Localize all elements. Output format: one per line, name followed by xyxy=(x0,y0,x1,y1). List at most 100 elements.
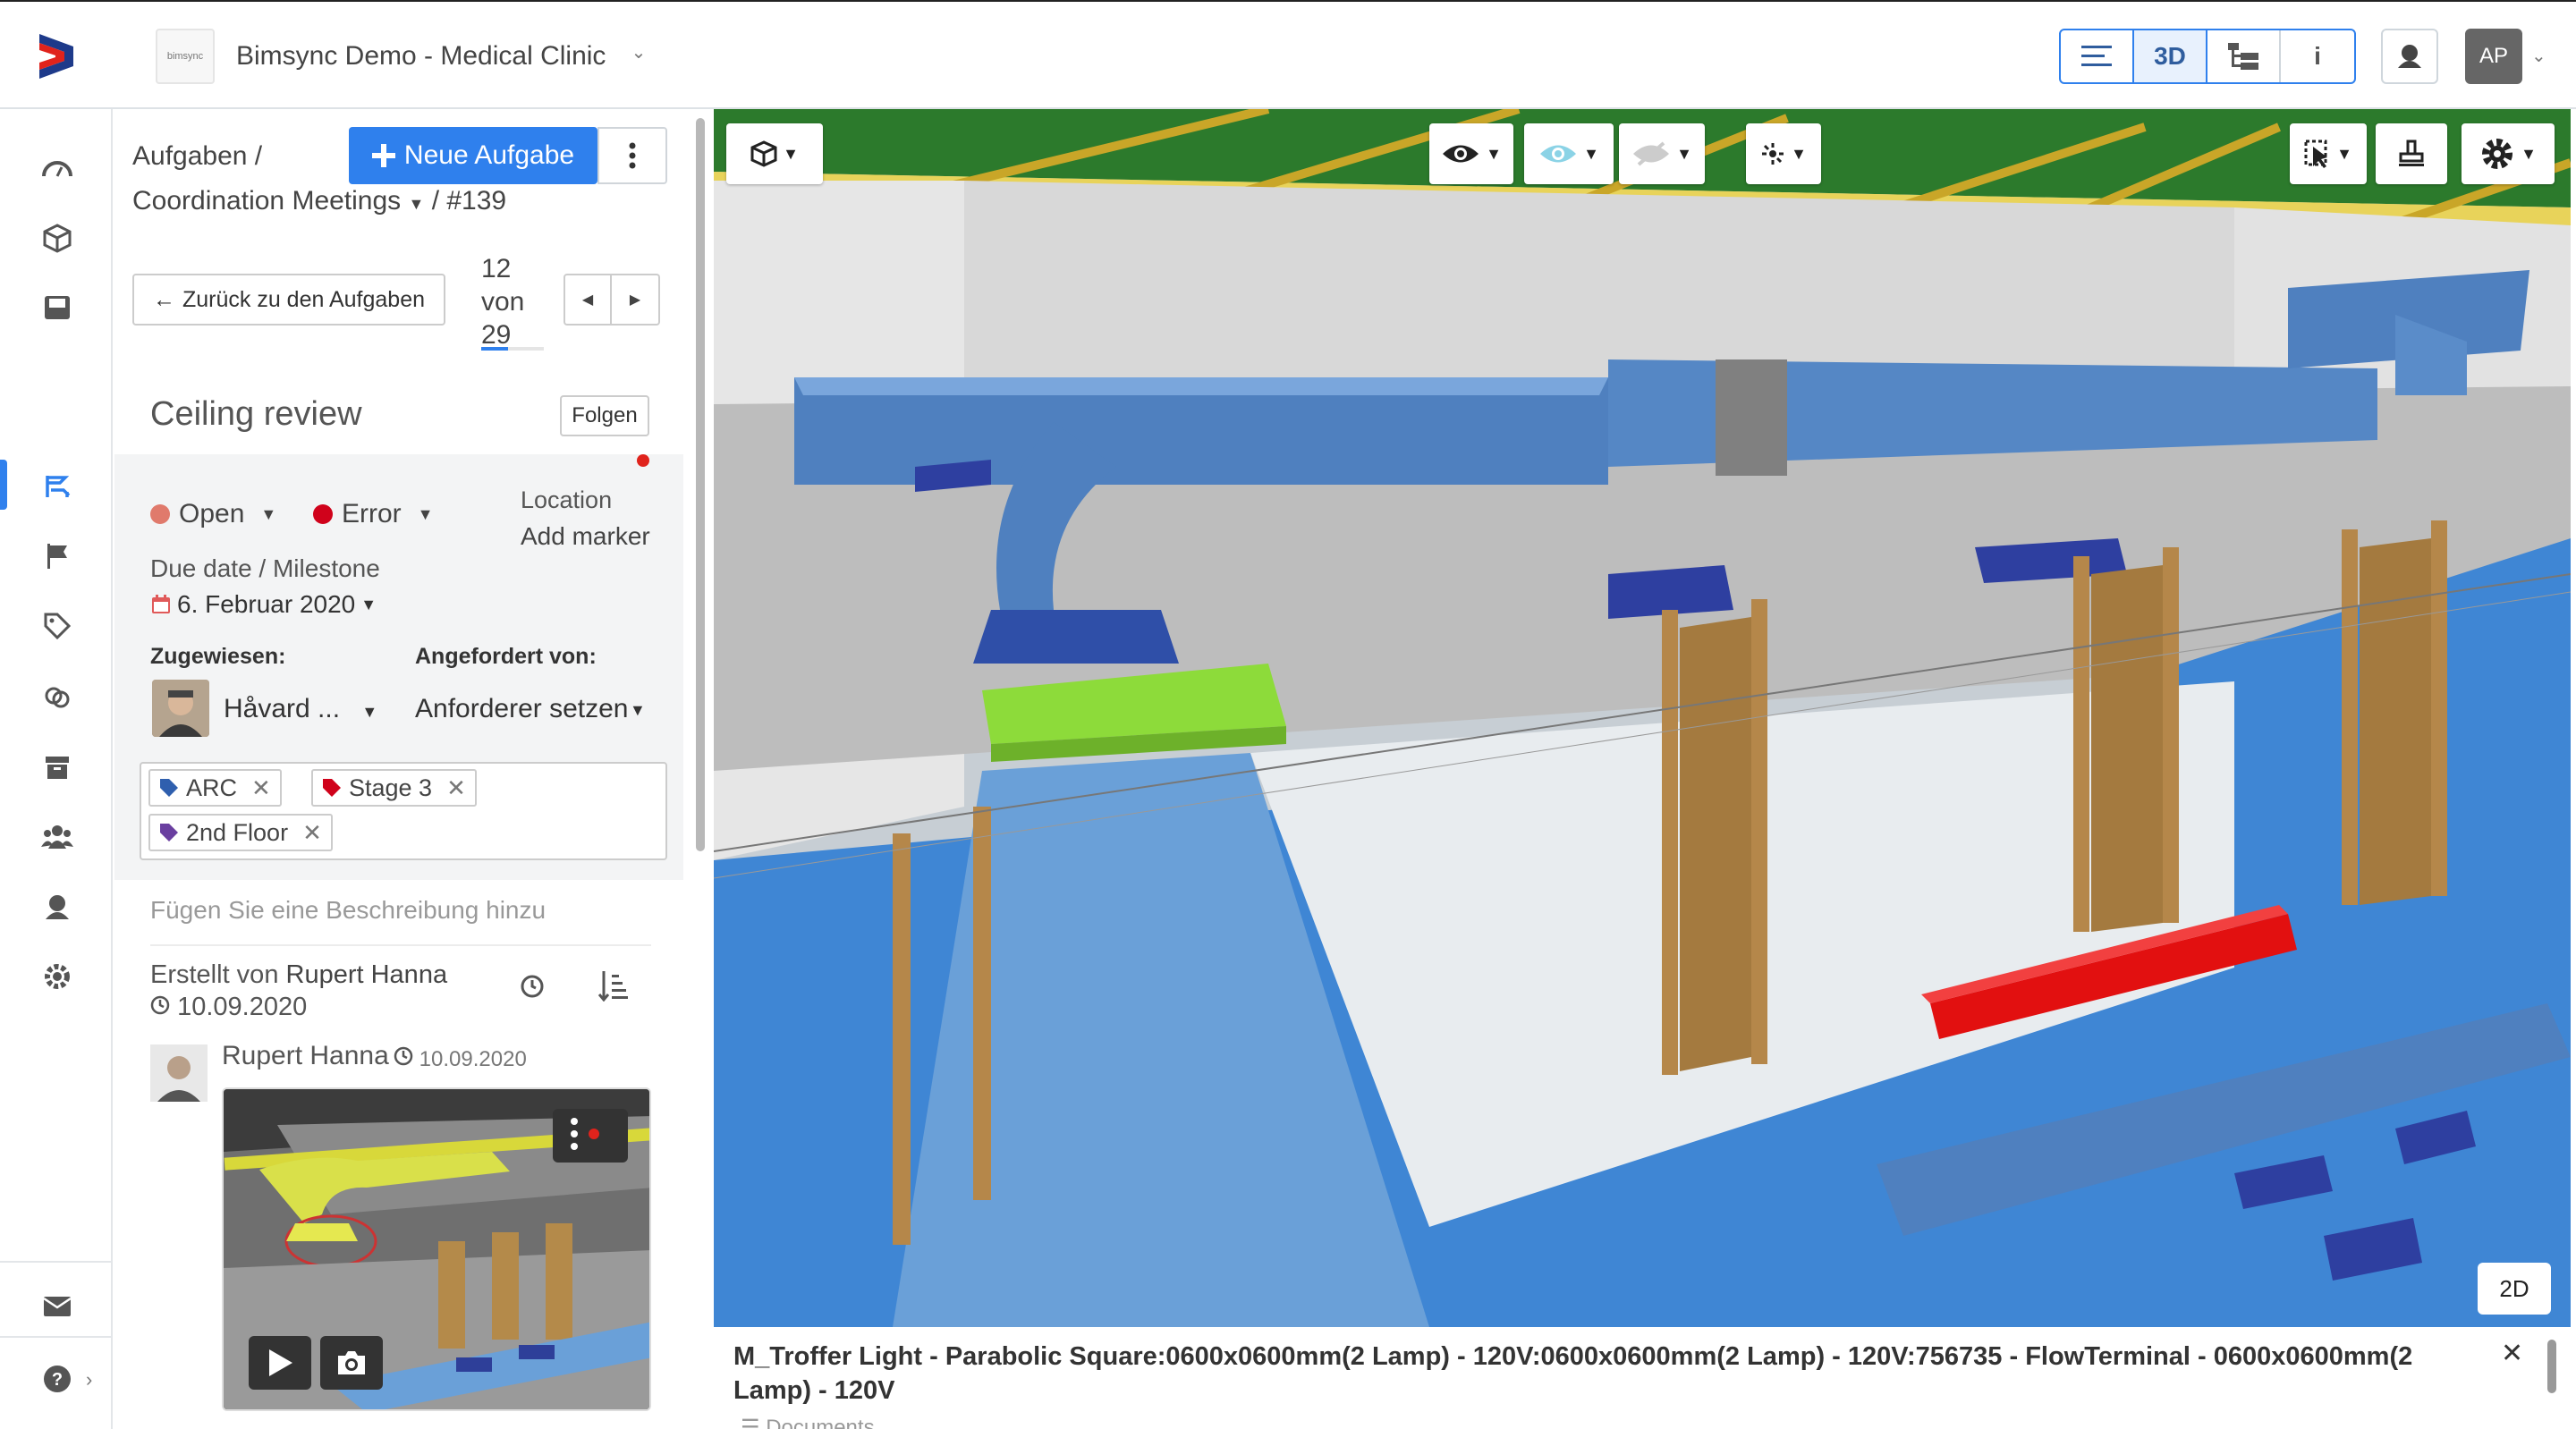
user-profile-button[interactable] xyxy=(2381,29,2438,84)
3d-view-button[interactable]: 3D xyxy=(2134,30,2207,82)
clock-icon xyxy=(150,995,170,1015)
list-icon: ☰ xyxy=(741,1416,760,1429)
top-bar: bimsync Bimsync Demo - Medical Clinic ⌄ … xyxy=(0,0,2576,109)
close-icon[interactable]: ✕ xyxy=(2501,1338,2523,1369)
chevron-right-icon[interactable]: › xyxy=(86,1368,92,1391)
chevron-down-icon[interactable]: ⌄ xyxy=(2531,45,2546,67)
assignee-avatar xyxy=(152,680,209,737)
type-dropdown[interactable]: Error ▼ xyxy=(313,499,434,529)
previous-button[interactable]: ◀ xyxy=(564,274,612,326)
gear-icon xyxy=(2482,139,2513,169)
model-icon[interactable] xyxy=(38,218,77,258)
caret-down-icon[interactable]: ▼ xyxy=(409,195,425,213)
caret-down-icon: ▼ xyxy=(360,595,377,613)
description-input[interactable]: Fügen Sie eine Beschreibung hinzu xyxy=(150,896,546,925)
tag-2nd-floor: 2nd Floor ✕ xyxy=(148,814,333,851)
3d-viewer[interactable]: ▼ ▼ ▼ ▼ ▼ ▼ ▼ 2D xyxy=(714,109,2571,1327)
panel-scrollbar[interactable] xyxy=(696,118,705,851)
add-marker-link[interactable]: Add marker xyxy=(521,522,650,551)
remove-tag-icon[interactable]: ✕ xyxy=(251,774,271,802)
caret-left-icon: ◀ xyxy=(581,292,594,308)
user-icon[interactable] xyxy=(38,887,77,926)
due-date-dropdown[interactable]: 6. Februar 2020 ▼ xyxy=(150,590,377,619)
pager-of: von xyxy=(481,287,525,317)
caret-down-icon: ▼ xyxy=(2521,144,2537,163)
issues-icon[interactable] xyxy=(38,467,77,506)
user-icon xyxy=(2398,45,2421,68)
svg-text:?: ? xyxy=(52,1370,63,1390)
visibility-button[interactable]: ▼ xyxy=(1429,123,1513,184)
mail-icon[interactable] xyxy=(38,1286,77,1325)
documents-tab[interactable]: ☰ Documents xyxy=(741,1415,875,1429)
sort-icon[interactable] xyxy=(597,969,628,1002)
chevron-down-icon[interactable]: ⌄ xyxy=(626,41,651,70)
stamp-icon xyxy=(2399,140,2424,166)
tags-input[interactable]: ARC ✕ Stage 3 ✕ 2nd Floor ✕ xyxy=(140,762,667,860)
caret-down-icon: ▼ xyxy=(260,504,277,523)
assignee-name: Håvard ... xyxy=(224,694,341,723)
project-title[interactable]: Bimsync Demo - Medical Clinic xyxy=(236,41,606,72)
next-button[interactable]: ▶ xyxy=(612,274,660,326)
info-view-button[interactable]: i xyxy=(2281,30,2354,82)
comment-date: 10.09.2020 xyxy=(394,1046,527,1072)
caret-down-icon: ▼ xyxy=(1583,144,1599,163)
xray-button[interactable]: ▼ xyxy=(1524,123,1614,184)
breadcrumb-list[interactable]: Coordination Meetings xyxy=(132,186,401,216)
caret-down-icon[interactable]: ▼ xyxy=(630,701,646,720)
viewpoint-snapshot[interactable] xyxy=(222,1087,651,1411)
info-scrollbar[interactable] xyxy=(2547,1340,2556,1393)
tag-arc: ARC ✕ xyxy=(148,769,282,807)
tag-icon[interactable] xyxy=(38,606,77,646)
back-label: Zurück zu den Aufgaben xyxy=(182,286,426,312)
explode-button[interactable]: ▼ xyxy=(1746,123,1821,184)
team-icon[interactable] xyxy=(38,817,77,857)
issue-title[interactable]: Ceiling review xyxy=(150,395,362,434)
tree-view-button[interactable] xyxy=(2207,30,2281,82)
breadcrumb: Coordination Meetings ▼ / #139 xyxy=(132,186,506,216)
created-by-prefix: Erstellt von xyxy=(150,960,279,989)
link-icon[interactable] xyxy=(38,678,77,717)
assigned-label: Zugewiesen: xyxy=(150,644,286,669)
camera-icon xyxy=(338,1351,365,1374)
tag-label: Stage 3 xyxy=(349,774,433,801)
play-button[interactable] xyxy=(249,1336,311,1390)
hide-button[interactable]: ▼ xyxy=(1619,123,1705,184)
more-options-button[interactable] xyxy=(597,127,667,184)
eye-slash-icon xyxy=(1633,141,1670,166)
select-tool-button[interactable]: ▼ xyxy=(2290,123,2367,184)
settings-button[interactable]: ▼ xyxy=(2462,123,2555,184)
due-date-value: 6. Februar 2020 xyxy=(177,590,356,618)
assignee-dropdown[interactable]: Håvard ... ▼ xyxy=(224,694,377,724)
model-menu-button[interactable]: ▼ xyxy=(726,123,823,184)
location-indicator xyxy=(637,454,649,467)
kebab-icon xyxy=(571,1118,599,1150)
flag-icon[interactable] xyxy=(38,537,77,576)
help-icon[interactable]: ? xyxy=(38,1359,77,1399)
active-indicator xyxy=(0,460,7,510)
selection-info-bar: M_Troffer Light - Parabolic Square:0600x… xyxy=(714,1327,2576,1429)
stamp-tool-button[interactable] xyxy=(2376,123,2447,184)
remove-tag-icon[interactable]: ✕ xyxy=(446,774,466,802)
new-task-button[interactable]: Neue Aufgabe xyxy=(349,127,597,184)
snapshot-menu[interactable] xyxy=(553,1109,628,1163)
bimsync-logo[interactable] xyxy=(27,25,89,88)
requester-dropdown[interactable]: Anforderer setzen xyxy=(415,694,630,724)
back-to-tasks-button[interactable]: ← Zurück zu den Aufgaben xyxy=(132,274,445,326)
2d-toggle-button[interactable]: 2D xyxy=(2478,1263,2551,1315)
archive-icon[interactable] xyxy=(38,748,77,787)
issue-panel: Aufgaben / Coordination Meetings ▼ / #13… xyxy=(114,109,701,1429)
dashboard-icon[interactable] xyxy=(38,148,77,188)
remove-tag-icon[interactable]: ✕ xyxy=(302,819,322,847)
account-avatar[interactable]: AP xyxy=(2465,29,2522,84)
follow-button[interactable]: Folgen xyxy=(560,395,649,436)
list-icon xyxy=(2081,46,2112,66)
camera-button[interactable] xyxy=(320,1336,383,1390)
list-view-button[interactable] xyxy=(2061,30,2134,82)
gear-icon[interactable] xyxy=(38,957,77,996)
rail-divider xyxy=(0,1336,113,1338)
library-icon[interactable] xyxy=(38,288,77,327)
breadcrumb-root[interactable]: Aufgaben / xyxy=(132,141,262,172)
caret-right-icon: ▶ xyxy=(629,292,641,308)
status-dropdown[interactable]: Open ▼ xyxy=(150,499,276,529)
history-icon[interactable] xyxy=(519,973,546,1000)
